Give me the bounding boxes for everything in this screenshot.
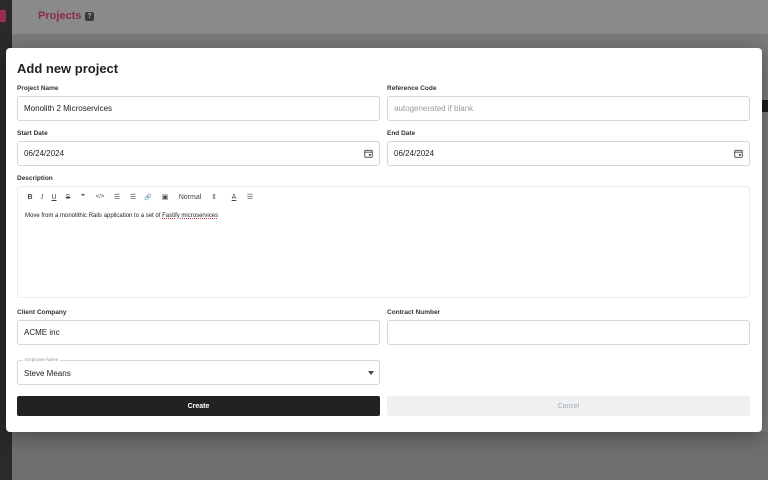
bullet-list-icon[interactable]: ☰ (124, 191, 142, 203)
app-logo (0, 10, 6, 22)
description-editor[interactable]: B I U S ❞ </> ☰ ☰ 🔗 ▣ Normal ⇕ A ☰ Move … (17, 186, 750, 298)
text-color-icon[interactable]: A (224, 191, 244, 203)
project-name-value: Monolith 2 Microservices (24, 104, 113, 113)
underline-button[interactable]: U (48, 191, 60, 203)
description-text: Move from a monolithic Rails application… (25, 213, 218, 219)
employee-select-label: Employee Name (23, 357, 61, 362)
add-project-modal: Add new project Project Name Monolith 2 … (6, 48, 762, 432)
image-icon[interactable]: ▣ (154, 191, 176, 203)
project-name-input[interactable]: Monolith 2 Microservices (17, 96, 380, 121)
contract-number-label: Contract Number (387, 309, 441, 316)
page-body (12, 432, 768, 480)
strike-button[interactable]: S (60, 191, 76, 203)
reference-code-label: Reference Code (387, 85, 437, 92)
quote-icon[interactable]: ❞ (76, 191, 90, 203)
start-date-input[interactable]: 06/24/2024 (17, 141, 380, 166)
help-icon: ? (85, 12, 94, 21)
page-title: Projects (38, 10, 82, 22)
align-icon[interactable]: ☰ (244, 191, 256, 203)
link-icon[interactable]: 🔗 (142, 191, 154, 203)
employee-select[interactable]: Employee Name Steve Means (17, 357, 380, 385)
client-company-value: ACME inc (24, 328, 60, 337)
font-size-caret-icon[interactable]: ⇕ (204, 191, 224, 203)
calendar-icon[interactable] (734, 149, 743, 158)
end-date-label: End Date (387, 130, 416, 137)
chevron-down-icon (368, 371, 374, 375)
client-company-label: Client Company (17, 309, 67, 316)
client-company-input[interactable]: ACME inc (17, 320, 380, 345)
description-text-main: Move from a monolithic Rails application… (25, 213, 163, 219)
modal-title: Add new project (17, 61, 119, 76)
employee-select-value: Steve Means (24, 369, 71, 378)
font-size-select[interactable]: Normal (176, 191, 204, 203)
reference-code-placeholder: autogenerated if blank (394, 104, 474, 113)
start-date-value: 06/24/2024 (24, 149, 65, 158)
project-name-label: Project Name (17, 85, 59, 92)
editor-toolbar: B I U S ❞ </> ☰ ☰ 🔗 ▣ Normal ⇕ A ☰ (24, 191, 256, 203)
cancel-button[interactable]: Cancel (387, 396, 750, 416)
italic-button[interactable]: I (36, 191, 48, 203)
bold-button[interactable]: B (24, 191, 36, 203)
start-date-label: Start Date (17, 130, 48, 137)
code-icon[interactable]: </> (90, 191, 110, 203)
end-date-input[interactable]: 06/24/2024 (387, 141, 750, 166)
ordered-list-icon[interactable]: ☰ (110, 191, 124, 203)
reference-code-input[interactable]: autogenerated if blank (387, 96, 750, 121)
header (12, 0, 768, 34)
description-text-highlight: Fastify microservices (162, 213, 219, 219)
edge-tab (762, 100, 768, 112)
end-date-value: 06/24/2024 (394, 149, 435, 158)
calendar-icon[interactable] (364, 149, 373, 158)
description-label: Description (17, 175, 53, 182)
create-button[interactable]: Create (17, 396, 380, 416)
contract-number-input[interactable] (387, 320, 750, 345)
